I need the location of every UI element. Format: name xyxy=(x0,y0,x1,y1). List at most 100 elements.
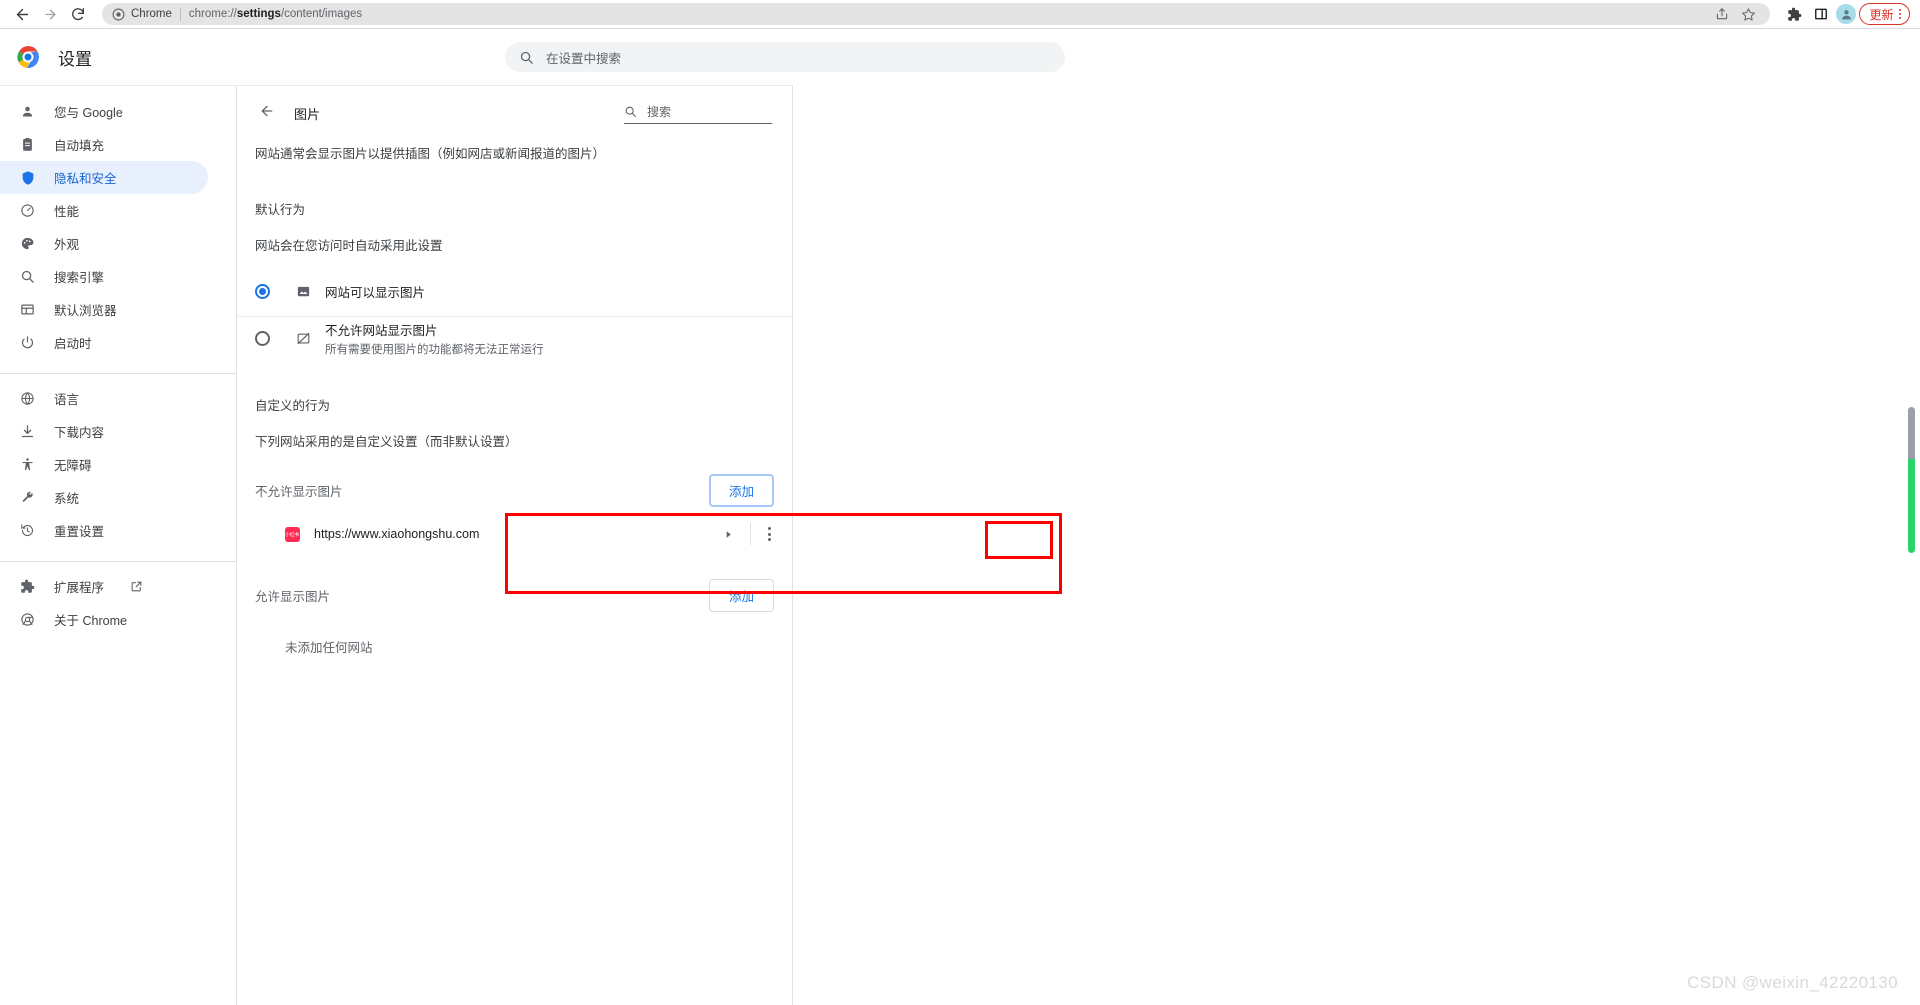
scrollbar-thumb[interactable] xyxy=(1908,407,1915,553)
sidebar-item-about-chrome[interactable]: 关于 Chrome xyxy=(0,603,208,636)
sidebar-item-label: 外观 xyxy=(54,238,80,252)
search-icon xyxy=(19,268,36,285)
star-bookmark-icon[interactable] xyxy=(1736,3,1760,25)
radio-button-selected[interactable] xyxy=(255,284,270,300)
shield-icon xyxy=(19,169,36,186)
images-settings-card: 图片 搜索 网站通常会显示图片以提供插图（例如网店或新闻报道的图片） 默认行为 … xyxy=(236,85,793,1005)
settings-search-input[interactable]: 在设置中搜索 xyxy=(505,42,1065,72)
radio-option-block-images[interactable]: 不允许网站显示图片 所有需要使用图片的功能都将无法正常运行 xyxy=(237,315,792,360)
subpage-back-button[interactable] xyxy=(253,99,281,127)
watermark: CSDN @weixin_42220130 xyxy=(1687,973,1898,992)
profile-avatar-icon[interactable] xyxy=(1836,4,1857,24)
sidebar-item-label: 搜索引擎 xyxy=(54,271,105,285)
external-link-icon xyxy=(130,580,143,593)
radio-button-unselected[interactable] xyxy=(255,330,270,346)
chrome-logo-icon xyxy=(16,45,40,69)
chrome-shield-icon xyxy=(112,8,125,21)
custom-behavior-title: 自定义的行为 xyxy=(255,398,331,413)
default-behavior-subtitle: 网站会在您访问时自动采用此设置 xyxy=(255,238,443,253)
blocked-images-section: 不允许显示图片 添加 小红书 https://www.xiaohongshu.c… xyxy=(237,468,792,555)
sidebar-item-label: 性能 xyxy=(54,205,80,219)
radio-option-label: 不允许网站显示图片 xyxy=(325,323,438,338)
omnibox-divider xyxy=(179,7,181,21)
chrome-logo-icon xyxy=(19,611,36,628)
site-url: https://www.xiaohongshu.com xyxy=(314,527,480,542)
sidebar-item-on-startup[interactable]: 启动时 xyxy=(0,326,208,359)
omnibox-url: chrome://settings/content/images xyxy=(189,8,362,20)
sidebar-item-performance[interactable]: 性能 xyxy=(0,194,208,227)
sidebar-item-label: 无障碍 xyxy=(54,459,92,473)
subpage-header: 图片 搜索 xyxy=(237,86,792,140)
power-icon xyxy=(19,334,36,351)
image-icon xyxy=(295,283,312,300)
sidebar-item-you-and-google[interactable]: 您与 Google xyxy=(0,95,208,128)
sidebar-group-main: 您与 Google 自动填充 隐私和安全 性能 外观 搜索引擎 默认浏览器 启动… xyxy=(0,95,236,366)
settings-header: 设置 在设置中搜索 xyxy=(0,29,1920,85)
update-button-label: 更新 xyxy=(1869,7,1894,22)
address-bar[interactable]: Chrome chrome://settings/content/images xyxy=(102,3,1771,25)
sidebar-item-label: 语言 xyxy=(54,393,80,407)
sidebar-item-languages[interactable]: 语言 xyxy=(0,382,208,415)
forward-button[interactable] xyxy=(36,0,64,28)
toolbar-actions: 更新 xyxy=(1782,2,1910,26)
content-search-input[interactable]: 搜索 xyxy=(624,103,772,124)
sidebar-item-downloads[interactable]: 下载内容 xyxy=(0,415,208,448)
sidebar-divider-2 xyxy=(0,561,236,562)
sidebar-item-search-engine[interactable]: 搜索引擎 xyxy=(0,260,208,293)
search-icon xyxy=(519,50,534,65)
side-panel-icon[interactable] xyxy=(1809,2,1833,26)
reload-button[interactable] xyxy=(64,0,92,28)
favicon-label: 小红书 xyxy=(285,531,300,538)
default-behavior-title: 默认行为 xyxy=(255,202,306,217)
back-arrow-icon xyxy=(14,6,31,23)
page-title: 设置 xyxy=(58,49,92,69)
site-favicon: 小红书 xyxy=(285,526,300,542)
sidebar-item-autofill[interactable]: 自动填充 xyxy=(0,128,208,161)
sidebar-item-label: 关于 Chrome xyxy=(54,614,127,628)
share-icon[interactable] xyxy=(1710,3,1734,25)
puzzle-extensions-icon[interactable] xyxy=(1782,2,1806,26)
back-button[interactable] xyxy=(8,0,36,28)
sidebar-item-extensions[interactable]: 扩展程序 xyxy=(0,570,208,603)
sidebar-group-advanced: 语言 下载内容 无障碍 系统 重置设置 xyxy=(0,382,236,554)
sidebar-item-privacy-and-security[interactable]: 隐私和安全 xyxy=(0,161,208,194)
settings-sidebar: 您与 Google 自动填充 隐私和安全 性能 外观 搜索引擎 默认浏览器 启动… xyxy=(0,85,236,1005)
settings-search-placeholder: 在设置中搜索 xyxy=(546,51,622,66)
chevron-right-icon[interactable] xyxy=(723,529,734,540)
radio-option-sublabel: 所有需要使用图片的功能都将无法正常运行 xyxy=(325,343,544,356)
three-dot-menu-icon[interactable] xyxy=(1897,8,1904,20)
url-prefix: chrome:// xyxy=(188,8,237,20)
sidebar-item-accessibility[interactable]: 无障碍 xyxy=(0,448,208,481)
add-allowed-site-button[interactable]: 添加 xyxy=(708,579,774,613)
blocked-section-header: 不允许显示图片 添加 xyxy=(237,468,792,514)
update-button[interactable]: 更新 xyxy=(1859,3,1910,25)
page-scrollbar[interactable] xyxy=(1906,29,1918,1005)
sidebar-group-footer: 扩展程序 关于 Chrome xyxy=(0,570,236,643)
sidebar-item-default-browser[interactable]: 默认浏览器 xyxy=(0,293,208,326)
palette-appearance-icon xyxy=(19,235,36,252)
sidebar-item-appearance[interactable]: 外观 xyxy=(0,227,208,260)
omnibox-chip-label: Chrome xyxy=(131,8,172,20)
radio-option-allow-images[interactable]: 网站可以显示图片 xyxy=(237,270,792,314)
blocked-site-row[interactable]: 小红书 https://www.xiaohongshu.com xyxy=(237,514,792,555)
sidebar-divider-1 xyxy=(0,373,236,374)
speedometer-performance-icon xyxy=(19,202,36,219)
add-blocked-site-button[interactable]: 添加 xyxy=(708,474,774,508)
settings-page: 设置 在设置中搜索 您与 Google 自动填充 隐私和安全 性能 外观 搜索引… xyxy=(0,29,1920,1005)
content-area: 图片 搜索 网站通常会显示图片以提供插图（例如网店或新闻报道的图片） 默认行为 … xyxy=(236,85,1920,1005)
scrollbar-thumb-green-part xyxy=(1908,459,1915,553)
browser-toolbar: Chrome chrome://settings/content/images … xyxy=(0,0,1920,29)
sidebar-item-label: 隐私和安全 xyxy=(54,172,117,186)
settings-brand[interactable]: 设置 xyxy=(0,45,505,70)
radio-option-label: 网站可以显示图片 xyxy=(325,286,426,301)
search-icon xyxy=(624,105,637,118)
three-dot-menu-icon[interactable] xyxy=(765,523,774,545)
default-behavior-radio-group: 网站可以显示图片 不允许网站显示图片 所有需要使用图片的功能都将无法正常运行 xyxy=(237,270,792,360)
reload-icon xyxy=(70,6,86,22)
sidebar-item-system[interactable]: 系统 xyxy=(0,481,208,514)
subpage-title: 图片 xyxy=(294,106,321,122)
back-arrow-icon xyxy=(259,103,275,124)
sidebar-item-reset-settings[interactable]: 重置设置 xyxy=(0,514,208,547)
sidebar-item-label: 您与 Google xyxy=(54,106,123,120)
wrench-system-icon xyxy=(19,489,36,506)
